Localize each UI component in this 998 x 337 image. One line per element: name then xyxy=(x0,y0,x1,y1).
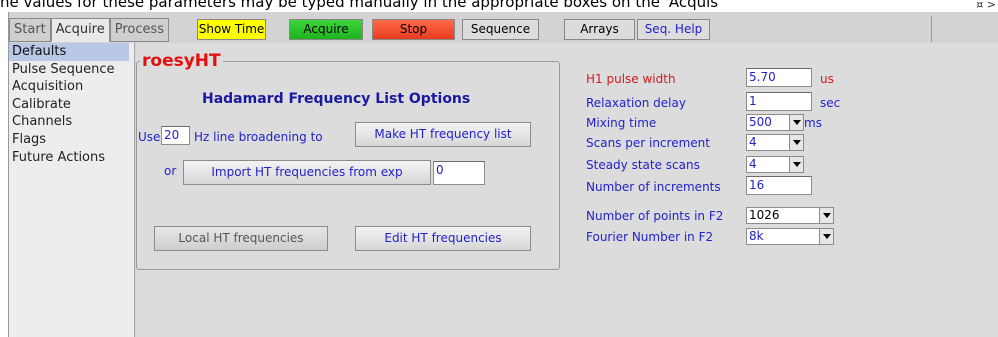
stop-button[interactable]: Stop xyxy=(372,19,455,40)
tab-start[interactable]: Start xyxy=(9,18,51,42)
chevron-down-icon[interactable] xyxy=(819,229,833,244)
local-ht-frequencies-button[interactable]: Local HT frequencies xyxy=(154,226,328,251)
tab-process[interactable]: Process xyxy=(109,18,170,42)
instruction-text-strip: he values for these parameters may be ty… xyxy=(0,0,998,12)
fourier-f2-label: Fourier Number in F2 xyxy=(586,230,714,244)
h1-pulse-width-label: H1 pulse width xyxy=(586,72,676,86)
scans-per-increment-value: 4 xyxy=(749,135,757,149)
h1-pulse-width-unit: us xyxy=(820,72,834,86)
chevron-down-icon[interactable] xyxy=(789,115,803,130)
points-f2-select[interactable]: 1026 xyxy=(746,207,834,224)
number-of-increments-input[interactable]: 16 xyxy=(746,176,812,195)
line-broadening-input[interactable]: 20 xyxy=(161,126,190,145)
line-broadening-label: Hz line broadening to xyxy=(194,130,323,144)
steady-state-scans-select[interactable]: 4 xyxy=(746,156,804,173)
mixing-time-value: 500 xyxy=(749,115,772,129)
sidebar-item-channels[interactable]: Channels xyxy=(9,113,134,131)
main-tabs: Start Acquire Process xyxy=(9,18,170,42)
sidebar-item-flags[interactable]: Flags xyxy=(9,131,134,149)
sidebar: Defaults Pulse Sequence Acquisition Cali… xyxy=(9,43,135,337)
hadamard-heading: Hadamard Frequency List Options xyxy=(202,91,471,107)
acquire-panel: Start Acquire Process Show Time Acquire … xyxy=(8,12,998,337)
defaults-content: roesyHT Hadamard Frequency List Options … xyxy=(136,43,998,337)
import-exp-number-input[interactable]: 0 xyxy=(433,161,485,185)
use-label: Use xyxy=(138,130,161,144)
sidebar-item-defaults[interactable]: Defaults xyxy=(9,43,129,61)
number-of-increments-label: Number of increments xyxy=(586,180,721,194)
sidebar-item-acquisition[interactable]: Acquisition xyxy=(9,78,134,96)
relaxation-delay-unit: sec xyxy=(820,96,841,110)
chevron-down-icon[interactable] xyxy=(819,208,833,223)
relaxation-delay-label: Relaxation delay xyxy=(586,96,686,110)
seq-help-button[interactable]: Seq. Help xyxy=(637,19,710,40)
sidebar-item-future-actions[interactable]: Future Actions xyxy=(9,149,134,167)
scans-per-increment-select[interactable]: 4 xyxy=(746,134,804,151)
mixing-time-select[interactable]: 500 xyxy=(746,114,804,131)
chevron-down-icon[interactable] xyxy=(789,135,803,150)
points-f2-label: Number of points in F2 xyxy=(586,209,724,223)
sidebar-item-calibrate[interactable]: Calibrate xyxy=(9,96,134,114)
mixing-time-unit: ms xyxy=(804,116,822,130)
instruction-text: he values for these parameters may be ty… xyxy=(0,0,719,11)
show-time-button[interactable]: Show Time xyxy=(197,19,266,40)
scans-per-increment-label: Scans per increment xyxy=(586,136,710,150)
points-f2-value: 1026 xyxy=(749,208,780,222)
tab-acquire[interactable]: Acquire xyxy=(50,18,110,42)
steady-state-scans-label: Steady state scans xyxy=(586,158,700,172)
or-label: or xyxy=(164,164,177,178)
pulse-sequence-title: roesyHT xyxy=(140,51,223,71)
chevron-down-icon[interactable] xyxy=(789,157,803,172)
h1-pulse-width-input[interactable]: 5.70 xyxy=(746,68,812,87)
fourier-f2-select[interactable]: 8k xyxy=(746,228,834,245)
fourier-f2-value: 8k xyxy=(749,229,764,243)
toolbar-divider xyxy=(931,16,932,42)
steady-state-scans-value: 4 xyxy=(749,157,757,171)
relaxation-delay-input[interactable]: 1 xyxy=(746,92,812,111)
make-ht-frequency-list-button[interactable]: Make HT frequency list xyxy=(355,122,531,147)
sequence-button[interactable]: Sequence xyxy=(462,19,539,40)
acquire-button[interactable]: Acquire xyxy=(289,19,363,40)
sidebar-item-pulse-sequence[interactable]: Pulse Sequence xyxy=(9,61,134,79)
arrays-button[interactable]: Arrays xyxy=(564,19,635,40)
mixing-time-label: Mixing time xyxy=(586,116,657,130)
import-ht-frequencies-button[interactable]: Import HT frequencies from exp xyxy=(183,160,431,185)
window-controls[interactable]: ¤ > xyxy=(976,0,996,11)
edit-ht-frequencies-button[interactable]: Edit HT frequencies xyxy=(355,226,531,251)
